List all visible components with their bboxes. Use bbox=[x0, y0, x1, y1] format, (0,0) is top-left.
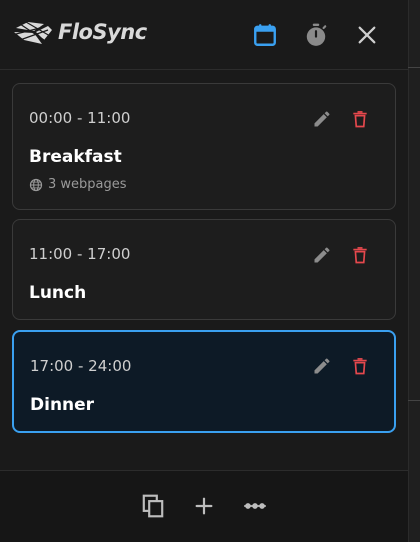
copy-icon bbox=[142, 494, 164, 518]
edit-button[interactable] bbox=[309, 106, 335, 132]
logo: FloSync bbox=[14, 18, 147, 46]
calendar-button[interactable] bbox=[250, 20, 280, 50]
copy-button[interactable] bbox=[138, 491, 168, 521]
card-meta: 3 webpages bbox=[29, 177, 127, 192]
card-meta-label: 3 webpages bbox=[48, 177, 127, 192]
card-name: Breakfast bbox=[29, 147, 122, 167]
card-time: 17:00 - 24:00 bbox=[30, 357, 132, 375]
more-button[interactable] bbox=[240, 491, 270, 521]
footer-toolbar bbox=[0, 470, 408, 542]
more-icon bbox=[244, 503, 266, 509]
timer-icon bbox=[306, 23, 327, 46]
delete-button[interactable] bbox=[347, 353, 373, 379]
timer-button[interactable] bbox=[301, 20, 331, 50]
pencil-icon bbox=[314, 247, 330, 263]
plus-icon bbox=[195, 497, 213, 515]
trash-icon bbox=[353, 247, 367, 264]
pencil-icon bbox=[314, 358, 330, 374]
main-panel: FloSync 00:00 - 11:00 Breakfast 3 webpag… bbox=[0, 0, 408, 542]
logo-icon bbox=[14, 21, 52, 44]
edit-button[interactable] bbox=[309, 242, 335, 268]
delete-button[interactable] bbox=[347, 106, 373, 132]
globe-icon bbox=[29, 178, 43, 191]
app-name: FloSync bbox=[58, 20, 147, 44]
trash-icon bbox=[353, 111, 367, 128]
card-time: 11:00 - 17:00 bbox=[29, 245, 131, 263]
calendar-icon bbox=[254, 24, 276, 46]
close-icon bbox=[358, 26, 376, 44]
background-window-edge bbox=[408, 0, 420, 542]
schedule-card-dinner[interactable]: 17:00 - 24:00 Dinner bbox=[12, 330, 396, 433]
trash-icon bbox=[353, 358, 367, 375]
schedule-card-lunch[interactable]: 11:00 - 17:00 Lunch bbox=[12, 219, 396, 320]
card-name: Dinner bbox=[30, 395, 95, 415]
card-time: 00:00 - 11:00 bbox=[29, 109, 131, 127]
divider bbox=[408, 400, 420, 401]
card-name: Lunch bbox=[29, 283, 87, 303]
add-button[interactable] bbox=[189, 491, 219, 521]
header: FloSync bbox=[0, 0, 408, 70]
pencil-icon bbox=[314, 111, 330, 127]
close-button[interactable] bbox=[352, 20, 382, 50]
schedule-card-breakfast[interactable]: 00:00 - 11:00 Breakfast 3 webpages bbox=[12, 83, 396, 210]
edit-button[interactable] bbox=[309, 353, 335, 379]
delete-button[interactable] bbox=[347, 242, 373, 268]
divider bbox=[408, 67, 420, 68]
